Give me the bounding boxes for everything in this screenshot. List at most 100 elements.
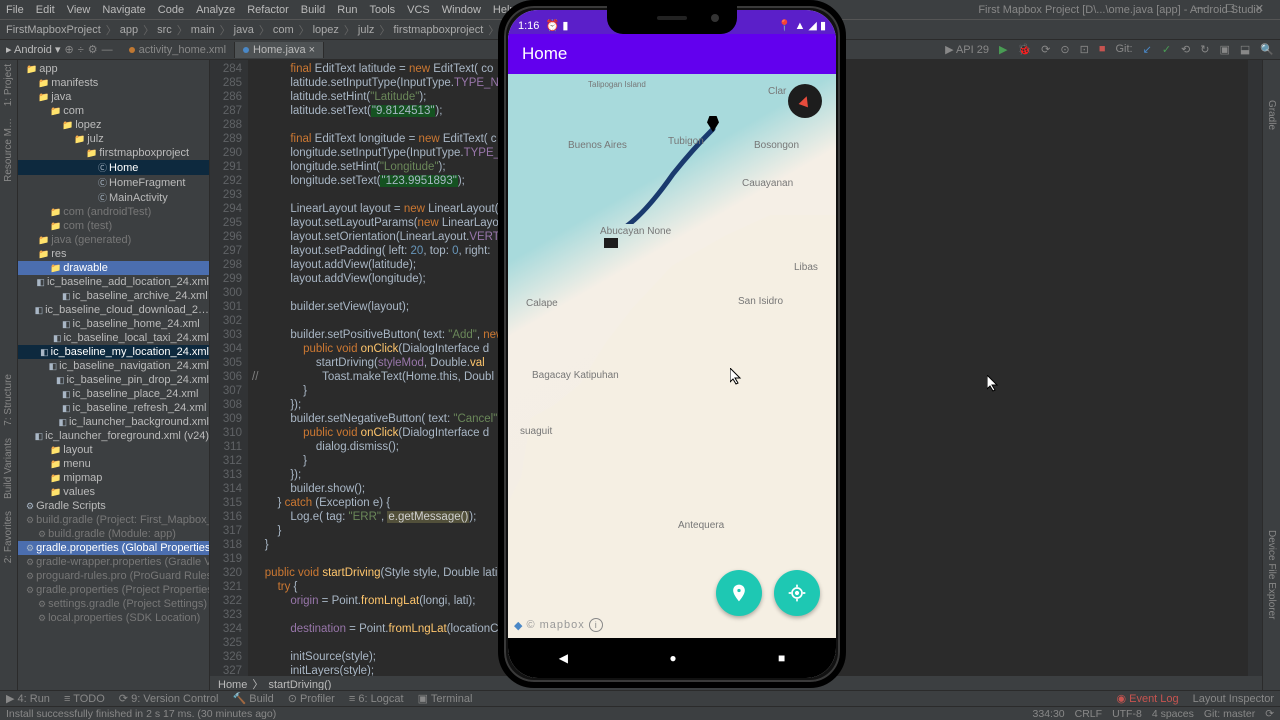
favorites-button[interactable]: 2: Favorites <box>3 511 14 563</box>
back-button[interactable]: ◀ <box>559 651 568 665</box>
logcat-tool-tab[interactable]: ≡ 6: Logcat <box>349 693 404 705</box>
menu-analyze[interactable]: Analyze <box>196 4 235 16</box>
tree-item[interactable]: ◧ ic_baseline_my_location_24.xml <box>18 345 209 359</box>
show-options-icon[interactable]: ÷ <box>78 44 84 56</box>
menu-run[interactable]: Run <box>337 4 357 16</box>
project-tree[interactable]: 📁 app📁 manifests📁 java📁 com📁 lopez📁 julz… <box>18 60 210 690</box>
terminal-tool-tab[interactable]: ▣ Terminal <box>418 692 473 705</box>
tree-item[interactable]: ◧ ic_baseline_navigation_24.xml <box>18 359 209 373</box>
map-attribution[interactable]: ◆© mapbox i <box>514 618 603 632</box>
tree-item[interactable]: ◧ ic_launcher_foreground.xml (v24) <box>18 429 209 443</box>
tree-item[interactable]: 📁 manifests <box>18 76 209 90</box>
collapse-icon[interactable]: ⊕ <box>64 43 73 56</box>
tree-item[interactable]: ◧ ic_baseline_home_24.xml <box>18 317 209 331</box>
vcs-revert-icon[interactable]: ↻ <box>1200 43 1209 56</box>
structure-tool-button[interactable]: 7: Structure <box>3 374 14 426</box>
build-variants-button[interactable]: Build Variants <box>3 438 14 499</box>
tree-item[interactable]: 📁 lopez <box>18 118 209 132</box>
tree-item[interactable]: ◧ ic_baseline_add_location_24.xml <box>18 275 209 289</box>
menu-view[interactable]: View <box>67 4 91 16</box>
tree-item[interactable]: ⚙ Gradle Scripts <box>18 499 209 513</box>
menu-file[interactable]: File <box>6 4 24 16</box>
build-tool-tab[interactable]: 🔨 Build <box>233 692 274 705</box>
drop-pin-fab[interactable] <box>716 570 762 616</box>
tree-item[interactable]: ⚙ local.properties (SDK Location) <box>18 611 209 625</box>
origin-marker-icon[interactable] <box>604 238 618 248</box>
search-icon[interactable]: 🔍 <box>1260 43 1274 56</box>
tree-item[interactable]: ⚙ gradle-wrapper.properties (Gradle Ver… <box>18 555 209 569</box>
window-maximize-icon[interactable]: ☐ <box>1225 2 1235 15</box>
tree-item[interactable]: Ⓒ HomeFragment <box>18 175 209 190</box>
run-button[interactable]: ▶ <box>999 43 1007 56</box>
gradle-tool-button[interactable]: Gradle <box>1266 100 1277 130</box>
menu-edit[interactable]: Edit <box>36 4 55 16</box>
tree-item[interactable]: 📁 app <box>18 62 209 76</box>
attach-debugger-icon[interactable]: ⊡ <box>1080 43 1089 56</box>
profile-icon[interactable]: ⊙ <box>1060 43 1069 56</box>
tree-item[interactable]: ◧ ic_baseline_pin_drop_24.xml <box>18 373 209 387</box>
menu-build[interactable]: Build <box>301 4 325 16</box>
window-close-icon[interactable]: ✕ <box>1255 2 1264 15</box>
tree-item[interactable]: 📁 firstmapboxproject <box>18 146 209 160</box>
hide-icon[interactable]: — <box>102 44 113 56</box>
vcs-history-icon[interactable]: ⟲ <box>1181 43 1190 56</box>
device-file-explorer-button[interactable]: Device File Explorer <box>1266 530 1277 619</box>
crumb[interactable]: FirstMapboxProject <box>6 24 101 36</box>
layout-inspector-tab[interactable]: Layout Inspector <box>1193 693 1274 705</box>
encoding[interactable]: UTF-8 <box>1112 708 1142 720</box>
tree-item[interactable]: Ⓒ MainActivity <box>18 190 209 205</box>
tab-home-java[interactable]: Home.java × <box>235 42 324 58</box>
tree-item[interactable]: ◧ ic_launcher_background.xml <box>18 415 209 429</box>
crumb[interactable]: app <box>120 24 138 36</box>
crumb[interactable]: src <box>157 24 172 36</box>
resource-manager-button[interactable]: Resource M… <box>3 118 14 182</box>
menu-navigate[interactable]: Navigate <box>102 4 145 16</box>
tree-item[interactable]: 📁 java <box>18 90 209 104</box>
tree-item[interactable]: 📁 julz <box>18 132 209 146</box>
tree-item[interactable]: 📁 menu <box>18 457 209 471</box>
project-tool-button[interactable]: 1: Project <box>3 64 14 106</box>
profiler-tool-tab[interactable]: ⊙ Profiler <box>288 692 335 705</box>
vcs-update-icon[interactable]: ↙ <box>1143 43 1152 56</box>
tree-item[interactable]: ◧ ic_baseline_cloud_download_2… <box>18 303 209 317</box>
tree-item[interactable]: ⚙ gradle.properties (Project Properties) <box>18 583 209 597</box>
my-location-fab[interactable] <box>774 570 820 616</box>
menu-refactor[interactable]: Refactor <box>247 4 289 16</box>
tree-item[interactable]: ◧ ic_baseline_place_24.xml <box>18 387 209 401</box>
sync-icon[interactable]: ⟳ <box>1265 708 1274 720</box>
tree-item[interactable]: ⚙ build.gradle (Module: app) <box>18 527 209 541</box>
recents-button[interactable]: ■ <box>778 651 785 665</box>
menu-vcs[interactable]: VCS <box>407 4 430 16</box>
avd-manager-icon[interactable]: ▣ <box>1219 43 1229 56</box>
stop-button[interactable]: ■ <box>1099 43 1106 56</box>
tree-item[interactable]: ◧ ic_baseline_refresh_24.xml <box>18 401 209 415</box>
emulator-window[interactable]: 1:16 ⏰ ▮ 📍 ▲ ◢ ▮ Home ClarTalipogan Isla… <box>498 0 846 688</box>
indent[interactable]: 4 spaces <box>1152 708 1194 720</box>
tree-item[interactable]: 📁 layout <box>18 443 209 457</box>
window-minimize-icon[interactable]: — <box>1194 2 1205 15</box>
tree-item[interactable]: 📁 drawable <box>18 261 209 275</box>
home-button[interactable]: ● <box>669 651 676 665</box>
menu-code[interactable]: Code <box>158 4 184 16</box>
git-branch[interactable]: Git: master <box>1204 708 1255 720</box>
tree-item[interactable]: ⚙ settings.gradle (Project Settings) <box>18 597 209 611</box>
tree-item[interactable]: 📁 values <box>18 485 209 499</box>
crumb[interactable]: firstmapboxproject <box>393 24 483 36</box>
tree-item[interactable]: ⚙ proguard-rules.pro (ProGuard Rules fo… <box>18 569 209 583</box>
map-view[interactable]: ClarTalipogan IslandBuenos AiresTubigonB… <box>508 74 836 638</box>
tree-item[interactable]: ⚙ build.gradle (Project: First_Mapbox_Pr… <box>18 513 209 527</box>
sdk-manager-icon[interactable]: ⬓ <box>1240 43 1250 56</box>
tree-item[interactable]: 📁 com (androidTest) <box>18 205 209 219</box>
tree-item[interactable]: 📁 java (generated) <box>18 233 209 247</box>
info-icon[interactable]: i <box>589 618 603 632</box>
debug-button[interactable]: 🐞 <box>1017 43 1031 56</box>
apply-changes-icon[interactable]: ⟳ <box>1041 43 1050 56</box>
crumb[interactable]: main <box>191 24 215 36</box>
crumb[interactable]: lopez <box>313 24 339 36</box>
menu-tools[interactable]: Tools <box>369 4 395 16</box>
tree-item[interactable]: ◧ ic_baseline_local_taxi_24.xml <box>18 331 209 345</box>
tree-item[interactable]: 📁 res <box>18 247 209 261</box>
tree-item[interactable]: ⚙ gradle.properties (Global Properties) <box>18 541 209 555</box>
line-ending[interactable]: CRLF <box>1075 708 1102 720</box>
vcs-tool-tab[interactable]: ⟳ 9: Version Control <box>119 692 219 705</box>
